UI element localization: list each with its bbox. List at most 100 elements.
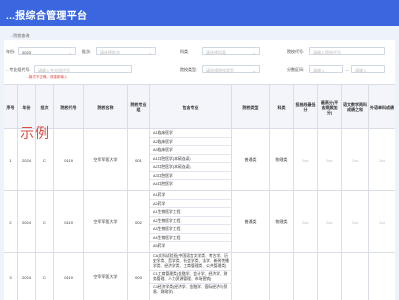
majors-list: A1药学 A2药学 A1生物医学工程 A2生物医学工程 A3生物医学工程 A4生…	[150, 191, 232, 253]
list-item: A2生物医学工程	[150, 217, 231, 225]
score-max-input[interactable]: 请输入	[351, 65, 385, 73]
list-item: C4经济学类(经济学、金融学、国际经济与贸易、财政学)	[153, 285, 228, 294]
table-row[interactable]: 1 2024 C 0119 空军军医大学 001 A1临床医学 A2临床医学 A…	[4, 129, 395, 191]
cell-chn-math	[342, 253, 369, 300]
cell-foreign	[369, 253, 395, 300]
cell-subject	[270, 253, 294, 300]
school-code-label: 院校代号:	[287, 49, 305, 54]
list-item: A1药学	[150, 191, 231, 200]
cell-min-score	[294, 253, 318, 300]
cell-type: 普通类	[232, 129, 270, 191]
filter-row-2: ...专业组代号: 请输入专业组代号 院校类型: 请选择院校类型 ⌄ 分数区间:…	[4, 65, 395, 74]
col-header-majors: 包含专业	[150, 85, 232, 129]
cell-max-score: 5xx	[318, 129, 342, 191]
cell-subject: 物理类	[270, 129, 294, 191]
table-row[interactable]: 3 2024 C 0119 空军军医大学 003 CA文科试验班(中国语言文学类…	[4, 253, 395, 300]
cell-chn-math: 1xx	[342, 191, 369, 253]
cell-type: 普通类	[232, 191, 270, 253]
school-type-label: 院校类型:	[180, 67, 198, 72]
school-type-select[interactable]: 请选择院校类型 ⌄	[202, 65, 260, 73]
list-item: A2口腔医学(本硕连读)	[150, 163, 231, 172]
col-header-name: 院校名称	[84, 85, 128, 129]
list-item: A4生物医学工程	[150, 234, 231, 242]
list-item: A3口腔医学	[150, 172, 231, 180]
cell-foreign: 1xx	[378, 157, 386, 163]
list-item: CA文科试验班(中国语言文学类、考古学、历史学类、哲学类、社会学类、法学、新闻传…	[150, 253, 231, 271]
subject-select[interactable]: 请选择科类 ⌄	[202, 47, 260, 55]
list-item: A1生物医学工程	[150, 208, 231, 217]
col-header-code: 院校代号	[54, 85, 84, 129]
col-header-type: 院校类型	[232, 85, 270, 129]
validation-warning: ...格式不正确，请重新输入	[26, 75, 68, 79]
chevron-down-icon: ⌄	[252, 50, 256, 55]
majors-list: A1临床医学 A2临床医学 A3临床医学 A1口腔医学(本硕连读) A2口腔医学…	[150, 129, 232, 191]
breadcrumb: ...院校查询	[10, 33, 30, 38]
school-code-placeholder: 请输入院校代号	[313, 50, 341, 55]
main-panel: 年份: 2023 ⌄ 批次: 请选择批次 ⌄ 科类: 请选择科类 ⌄ 院校代号:…	[4, 40, 395, 300]
subject-label: 科类:	[180, 49, 190, 54]
col-header-subject: 科类	[270, 85, 294, 129]
table-row[interactable]: 2 2024 C 0119 空军军医大学 002 A1药学 A2药学 A1生物医…	[4, 191, 395, 253]
cell-name: 空军军医大学	[84, 253, 128, 300]
cell-chn-math: 1xx	[342, 129, 369, 191]
list-item: A1口腔医学(本硕连读)	[150, 155, 231, 163]
col-header-foreign: 外语单科成绩	[370, 104, 394, 110]
col-header-group: 院校专业组	[128, 85, 150, 129]
list-item: A2药学	[150, 200, 231, 208]
score-min-placeholder: 请输入	[313, 68, 325, 73]
school-code-input[interactable]: 请输入院校代号	[309, 47, 385, 55]
cell-code: 0119	[54, 129, 84, 191]
batch-label: 批次:	[82, 49, 92, 54]
cell-batch: C	[36, 253, 54, 300]
col-header-chn-math: 语文数学两科成绩之和	[342, 85, 369, 129]
list-item: A3生物医学工程	[150, 225, 231, 234]
majors-list: CA文科试验班(中国语言文学类、考古学、历史学类、哲学类、社会学类、法学、新闻传…	[150, 253, 232, 300]
score-range-label: 分数区间:	[287, 67, 305, 72]
cell-subject: 物理类	[270, 191, 294, 253]
cell-type	[232, 253, 270, 300]
cell-max-score	[318, 253, 342, 300]
subject-placeholder: 请选择科类	[206, 50, 226, 55]
chevron-down-icon: ⌄	[68, 50, 72, 55]
app-title: ...报综合管理平台	[6, 11, 88, 22]
school-type-placeholder: 请选择院校类型	[206, 68, 234, 73]
cell-year: 2024	[18, 253, 36, 300]
group-code-label: ...专业组代号:	[6, 67, 31, 72]
cell-code: 0119	[54, 191, 84, 253]
cell-index: 3	[4, 253, 18, 300]
year-value: 2023	[22, 50, 31, 55]
cell-group: 001	[128, 129, 150, 191]
cell-year: 2024	[18, 191, 36, 253]
list-item: A5药学	[153, 244, 166, 248]
batch-placeholder: 请选择批次	[100, 50, 120, 55]
table-header: 序号 年份 批次 院校代号 院校名称 院校专业组 包含专业 院校类型 科类 投档…	[4, 85, 395, 129]
col-header-max: 最高分(平含照顾加分)	[318, 85, 342, 129]
chevron-down-icon: ⌄	[148, 50, 152, 55]
cell-index: 1	[4, 129, 18, 191]
col-header-min: 投档线最低分	[294, 85, 318, 129]
group-code-input[interactable]: 请输入专业组代号	[34, 65, 132, 73]
list-item: C1工商管理类(金融学、会计学、经济学、财务管理、人力资源管理、市场营销)	[150, 271, 231, 284]
score-min-input[interactable]: 请输入	[309, 65, 343, 73]
cell-batch: C	[36, 191, 54, 253]
results-table: 序号 年份 批次 院校代号 院校名称 院校专业组 包含专业 院校类型 科类 投档…	[4, 84, 395, 300]
batch-select[interactable]: 请选择批次 ⌄	[96, 47, 156, 55]
year-select[interactable]: 2023 ⌄	[18, 47, 76, 55]
list-item: A4口腔医学	[153, 182, 173, 186]
cell-min-score: 5xx	[294, 191, 318, 253]
cell-code: 0119	[54, 253, 84, 300]
chevron-down-icon: ⌄	[252, 68, 256, 73]
range-separator: —	[345, 67, 349, 72]
list-item: A2临床医学	[150, 138, 231, 146]
filter-row-1: 年份: 2023 ⌄ 批次: 请选择批次 ⌄ 科类: 请选择科类 ⌄ 院校代号:…	[4, 47, 395, 56]
cell-index: 2	[4, 191, 18, 253]
score-max-placeholder: 请输入	[355, 68, 367, 73]
group-code-placeholder: 请输入专业组代号	[38, 68, 70, 73]
sample-watermark: 示例	[20, 126, 50, 142]
cell-group: 002	[128, 191, 150, 253]
list-item: A1临床医学	[150, 129, 231, 138]
cell-group: 003	[128, 253, 150, 300]
cell-foreign: 1xx	[378, 219, 386, 225]
year-label: 年份:	[6, 49, 16, 54]
list-item: A3临床医学	[150, 146, 231, 155]
